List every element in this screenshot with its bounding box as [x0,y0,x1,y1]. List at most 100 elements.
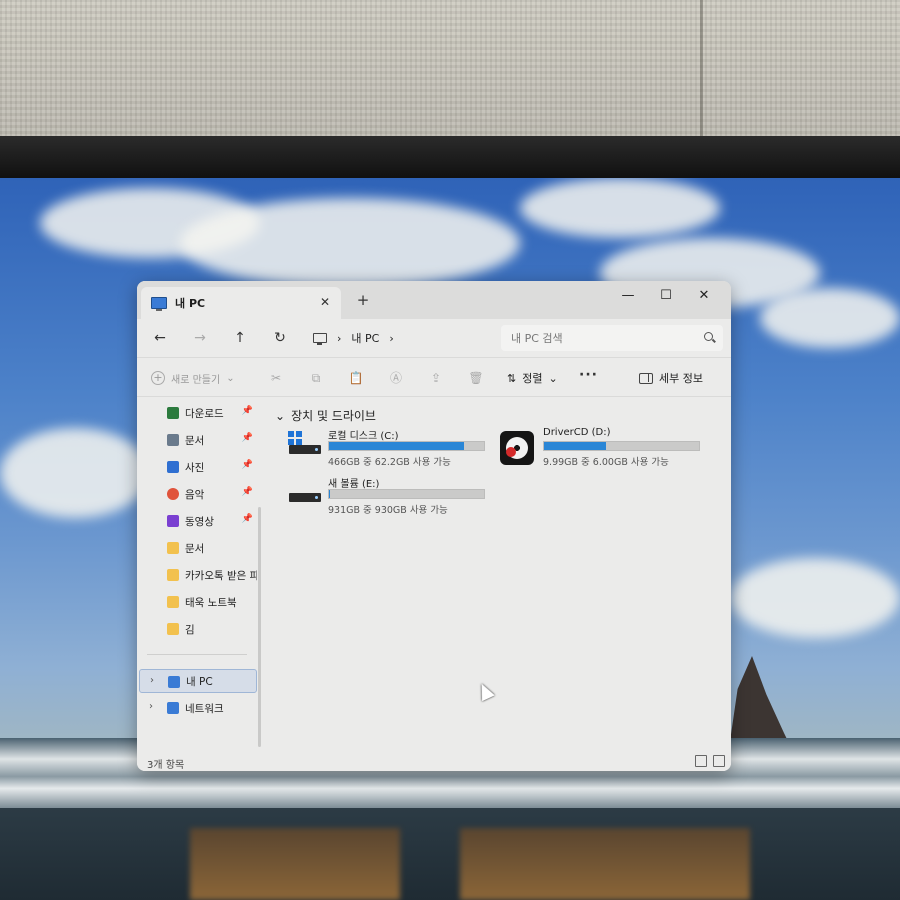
tab-close-icon[interactable]: ✕ [317,294,333,310]
drive-name: 새 볼륨 (E:) [328,479,380,490]
sidebar-item-pictures[interactable]: 사진 📌 [139,455,257,479]
sort-icon: ⇅ [507,371,517,385]
pin-icon: 📌 [241,487,253,497]
windows-drive-icon [285,431,321,461]
drive-usage-bar [328,441,485,451]
drive-c[interactable]: 로컬 디스크 (C:) 466GB 중 62.2GB 사용 가능 [285,427,485,471]
up-button[interactable]: ↑ [229,327,251,349]
status-bar: 3개 항목 [137,753,731,771]
screen-reflection [190,828,400,900]
drive-usage-fill [544,442,606,450]
monitor-bezel [0,136,900,182]
sidebar-item-label: 음악 [185,488,205,501]
plus-icon: + [151,371,165,385]
maximize-button[interactable]: ☐ [647,283,685,309]
search-input[interactable]: 내 PC 검색 [501,325,723,351]
sidebar-item-label: 김 [185,623,195,636]
pin-icon: 📌 [241,433,253,443]
drivercd-logo [500,431,534,465]
sidebar-item-downloads[interactable]: 다운로드 📌 [139,401,257,425]
sidebar-item-documents[interactable]: 문서 📌 [139,428,257,452]
back-button[interactable]: ← [149,327,171,349]
sidebar-item-label: 네트워크 [185,702,224,715]
chevron-right-icon[interactable]: › [150,675,154,686]
pin-icon: 📌 [241,514,253,524]
chevron-down-icon: ⌄ [226,372,235,384]
details-view-icon[interactable] [695,755,707,767]
chevron-right-icon[interactable]: › [149,701,153,712]
group-header[interactable]: ⌄ 장치 및 드라이브 [275,407,376,424]
new-button[interactable]: + 새로 만들기 ⌄ [151,368,235,388]
copy-icon[interactable]: ⧉ [307,369,325,387]
sidebar-item-folder-documents[interactable]: 문서 [139,536,257,560]
screen-reflection [460,828,750,900]
wallpaper-cloud [0,428,150,518]
wallpaper-cloud [730,558,900,638]
forward-button[interactable]: → [189,327,211,349]
windows-logo-icon [288,431,302,445]
wallpaper-cloud [760,288,900,348]
sort-button[interactable]: ⇅ 정렬 ⌄ [507,368,558,388]
drive-name: DriverCD (D:) [543,427,611,438]
sidebar-item-label: 문서 [185,434,205,447]
breadcrumb-separator[interactable]: › [389,332,393,345]
refresh-button[interactable]: ↻ [269,327,291,349]
minimize-button[interactable]: — [609,283,647,309]
drive-size-text: 466GB 중 62.2GB 사용 가능 [328,457,451,468]
pin-icon: 📌 [241,406,253,416]
tiles-view-icon[interactable] [713,755,725,767]
chevron-down-icon: ⌄ [548,371,558,385]
rename-icon[interactable]: Ⓐ [387,369,405,387]
drive-name: 로컬 디스크 (C:) [328,431,399,442]
new-tab-button[interactable]: + [355,292,371,308]
monitor-icon [313,333,327,345]
title-bar: 내 PC ✕ + — ☐ ✕ [137,281,731,319]
delete-icon[interactable]: 🗑 [467,369,485,387]
sidebar-item-music[interactable]: 음악 📌 [139,482,257,506]
chevron-down-icon: ⌄ [275,408,286,423]
file-explorer-window: 내 PC ✕ + — ☐ ✕ ← → ↑ ↻ › 내 PC › 내 PC 검색 … [137,281,731,771]
drive-usage-bar [543,441,700,451]
search-icon [704,332,713,341]
more-options-button[interactable]: ··· [579,367,598,383]
music-icon [167,488,179,500]
sidebar-item-this-pc[interactable]: › 내 PC [139,669,257,693]
navigation-pane: 다운로드 📌 문서 📌 사진 📌 음악 📌 동영상 📌 문서 카카오톡 받은 파… [137,397,263,753]
wall-background [0,0,900,140]
close-button[interactable]: ✕ [685,283,723,309]
wallpaper-cloud [180,198,520,288]
hard-drive-icon [285,479,321,509]
breadcrumb-this-pc[interactable]: 내 PC [351,330,379,346]
details-label: 세부 정보 [659,372,703,385]
pin-icon: 📌 [241,460,253,470]
document-icon [167,434,179,446]
download-icon [167,407,179,419]
drive-usage-fill [329,442,464,450]
sidebar-item-label: 내 PC [186,675,213,688]
address-bar[interactable]: › 내 PC › [305,325,491,351]
share-icon[interactable]: ⇪ [427,369,445,387]
sidebar-item-network[interactable]: › 네트워크 [139,696,257,720]
sidebar-item-kakaotalk[interactable]: 카카오톡 받은 파일 [139,563,257,587]
tab-title: 내 PC [175,297,206,310]
sidebar-item-kim[interactable]: 김 [139,617,257,641]
folder-icon [167,623,179,635]
navigation-bar: ← → ↑ ↻ › 내 PC › 내 PC 검색 [137,319,731,357]
sidebar-item-label: 카카오톡 받은 파일 [185,569,257,582]
tab-this-pc[interactable]: 내 PC ✕ [141,287,341,319]
cut-icon[interactable]: ✂ [267,369,285,387]
wallpaper-beach [0,808,900,900]
details-button[interactable]: 세부 정보 [639,368,703,388]
details-pane-icon [639,372,653,384]
search-placeholder: 내 PC 검색 [511,332,563,345]
drive-e[interactable]: 새 볼륨 (E:) 931GB 중 930GB 사용 가능 [285,475,485,519]
sidebar-item-videos[interactable]: 동영상 📌 [139,509,257,533]
sidebar-item-label: 다운로드 [185,407,224,420]
disc-dot [506,447,516,457]
drive-d[interactable]: DriverCD (D:) 9.99GB 중 6.00GB 사용 가능 [500,427,700,471]
sidebar-scrollbar[interactable] [258,507,261,747]
new-button-label: 새로 만들기 [171,374,221,386]
paste-icon[interactable]: 📋 [347,369,365,387]
drive-usage-bar [328,489,485,499]
sidebar-item-taewook-notebook[interactable]: 태욱 노트북 [139,590,257,614]
